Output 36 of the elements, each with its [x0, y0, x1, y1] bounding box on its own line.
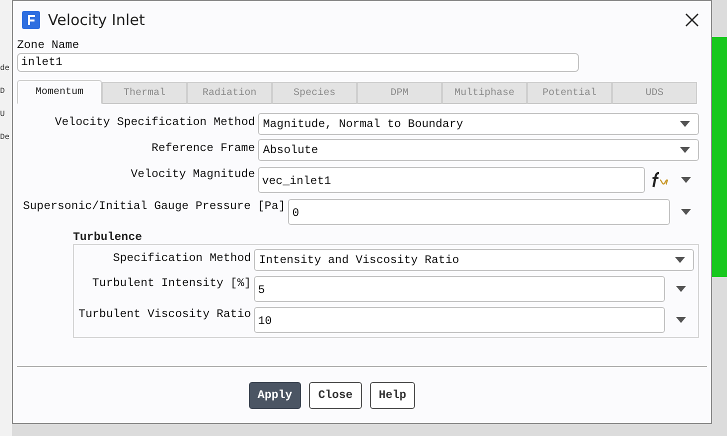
background-text: D [0, 87, 6, 96]
caret-icon[interactable] [681, 209, 691, 215]
caret-icon[interactable] [676, 286, 686, 292]
dialog-button[interactable]: Help [370, 382, 416, 408]
caret-icon[interactable] [680, 121, 690, 127]
field-label: Turbulent Viscosity Ratio [78, 307, 251, 321]
input-field[interactable]: 0 [288, 199, 670, 225]
dropdown-field[interactable]: Magnitude, Normal to Boundary [258, 113, 699, 135]
background-text: U [0, 110, 6, 119]
close-icon[interactable] [685, 13, 699, 27]
zone-name-field[interactable]: inlet1 [17, 53, 579, 72]
app-logo-icon [22, 11, 40, 29]
dropdown-field[interactable]: Absolute [258, 139, 699, 161]
function-icon[interactable] [650, 170, 670, 190]
field-label: Velocity Magnitude [130, 167, 255, 181]
field-label: Supersonic/Initial Gauge Pressure [Pa] [23, 199, 286, 213]
group-title: Turbulence [73, 231, 144, 244]
background-text: De [0, 133, 11, 142]
dropdown-field[interactable]: Intensity and Viscosity Ratio [254, 249, 694, 271]
caret-icon[interactable] [681, 177, 691, 183]
zone-name-label: Zone Name [17, 39, 80, 52]
dialog-button[interactable]: Apply [248, 382, 302, 408]
caret-icon[interactable] [675, 257, 685, 263]
input-field[interactable]: 10 [254, 307, 665, 333]
field-label: Velocity Specification Method [54, 115, 255, 129]
field-label: Reference Frame [150, 141, 255, 155]
background-text: de [0, 64, 11, 73]
tab[interactable]: Momentum [17, 80, 102, 104]
field-label: Specification Method [112, 251, 251, 265]
input-field[interactable]: 5 [254, 276, 665, 302]
caret-icon[interactable] [676, 317, 686, 323]
window-title: Velocity Inlet [48, 11, 145, 29]
dialog-button[interactable]: Close [309, 382, 362, 408]
caret-icon[interactable] [680, 147, 690, 153]
field-label: Turbulent Intensity [%] [91, 276, 251, 290]
input-field[interactable]: vec_inlet1 [258, 167, 645, 193]
